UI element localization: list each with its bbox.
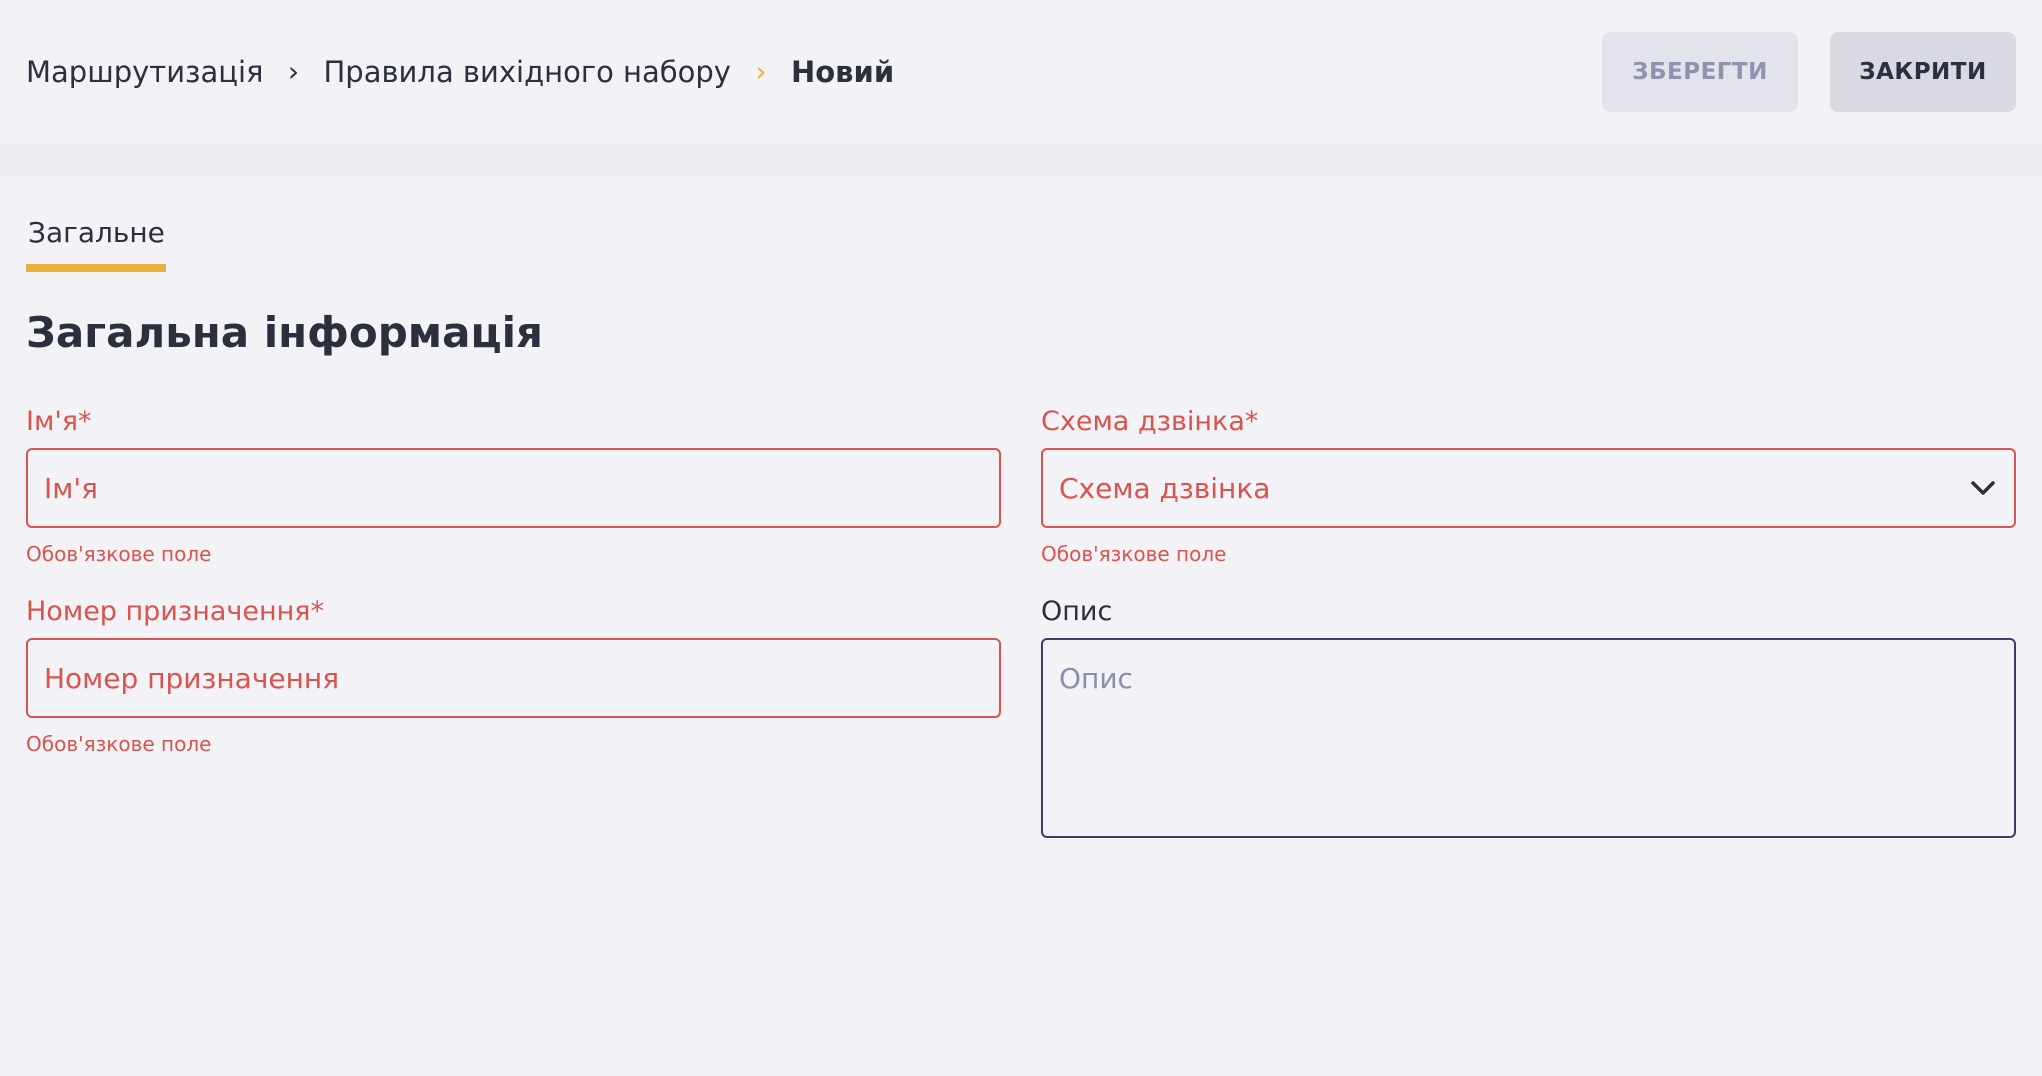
breadcrumb-separator-icon: ›	[755, 55, 767, 88]
breadcrumb-item-routing[interactable]: Маршрутизація	[26, 55, 263, 89]
call-scheme-label: Схема дзвінка*	[1041, 406, 1259, 437]
breadcrumb: Маршрутизація › Правила вихідного набору…	[26, 50, 894, 94]
chevron-down-icon	[1968, 473, 1998, 503]
tab-active-indicator	[26, 264, 166, 272]
name-field[interactable]	[44, 471, 983, 505]
tab-general-label: Загальне	[28, 216, 165, 249]
tab-general[interactable]: Загальне	[26, 212, 166, 272]
destination-number-label: Номер призначення*	[26, 596, 325, 627]
close-button[interactable]: ЗАКРИТИ	[1830, 32, 2016, 112]
destination-number-field[interactable]	[44, 661, 983, 695]
breadcrumb-item-outbound-rules[interactable]: Правила вихідного набору	[323, 55, 731, 89]
destination-number-wrapper	[26, 638, 1001, 718]
description-field[interactable]	[1043, 640, 2014, 836]
breadcrumb-separator-icon: ›	[287, 55, 300, 88]
name-field-wrapper	[26, 448, 1001, 528]
name-field-error: Обов'язкове поле	[26, 542, 212, 566]
page-header: Маршрутизація › Правила вихідного набору…	[0, 0, 2042, 144]
call-scheme-select[interactable]: Схема дзвінка	[1041, 448, 2016, 528]
destination-number-error: Обов'язкове поле	[26, 732, 212, 756]
name-field-label: Ім'я*	[26, 406, 92, 437]
call-scheme-error: Обов'язкове поле	[1041, 542, 1227, 566]
description-wrapper	[1041, 638, 2016, 838]
section-title: Загальна інформація	[26, 308, 543, 357]
header-divider	[0, 144, 2042, 176]
description-label: Опис	[1041, 596, 1113, 627]
breadcrumb-current: Новий	[790, 55, 895, 89]
call-scheme-selected: Схема дзвінка	[1059, 471, 1271, 505]
save-button[interactable]: ЗБЕРЕГТИ	[1602, 32, 1798, 112]
